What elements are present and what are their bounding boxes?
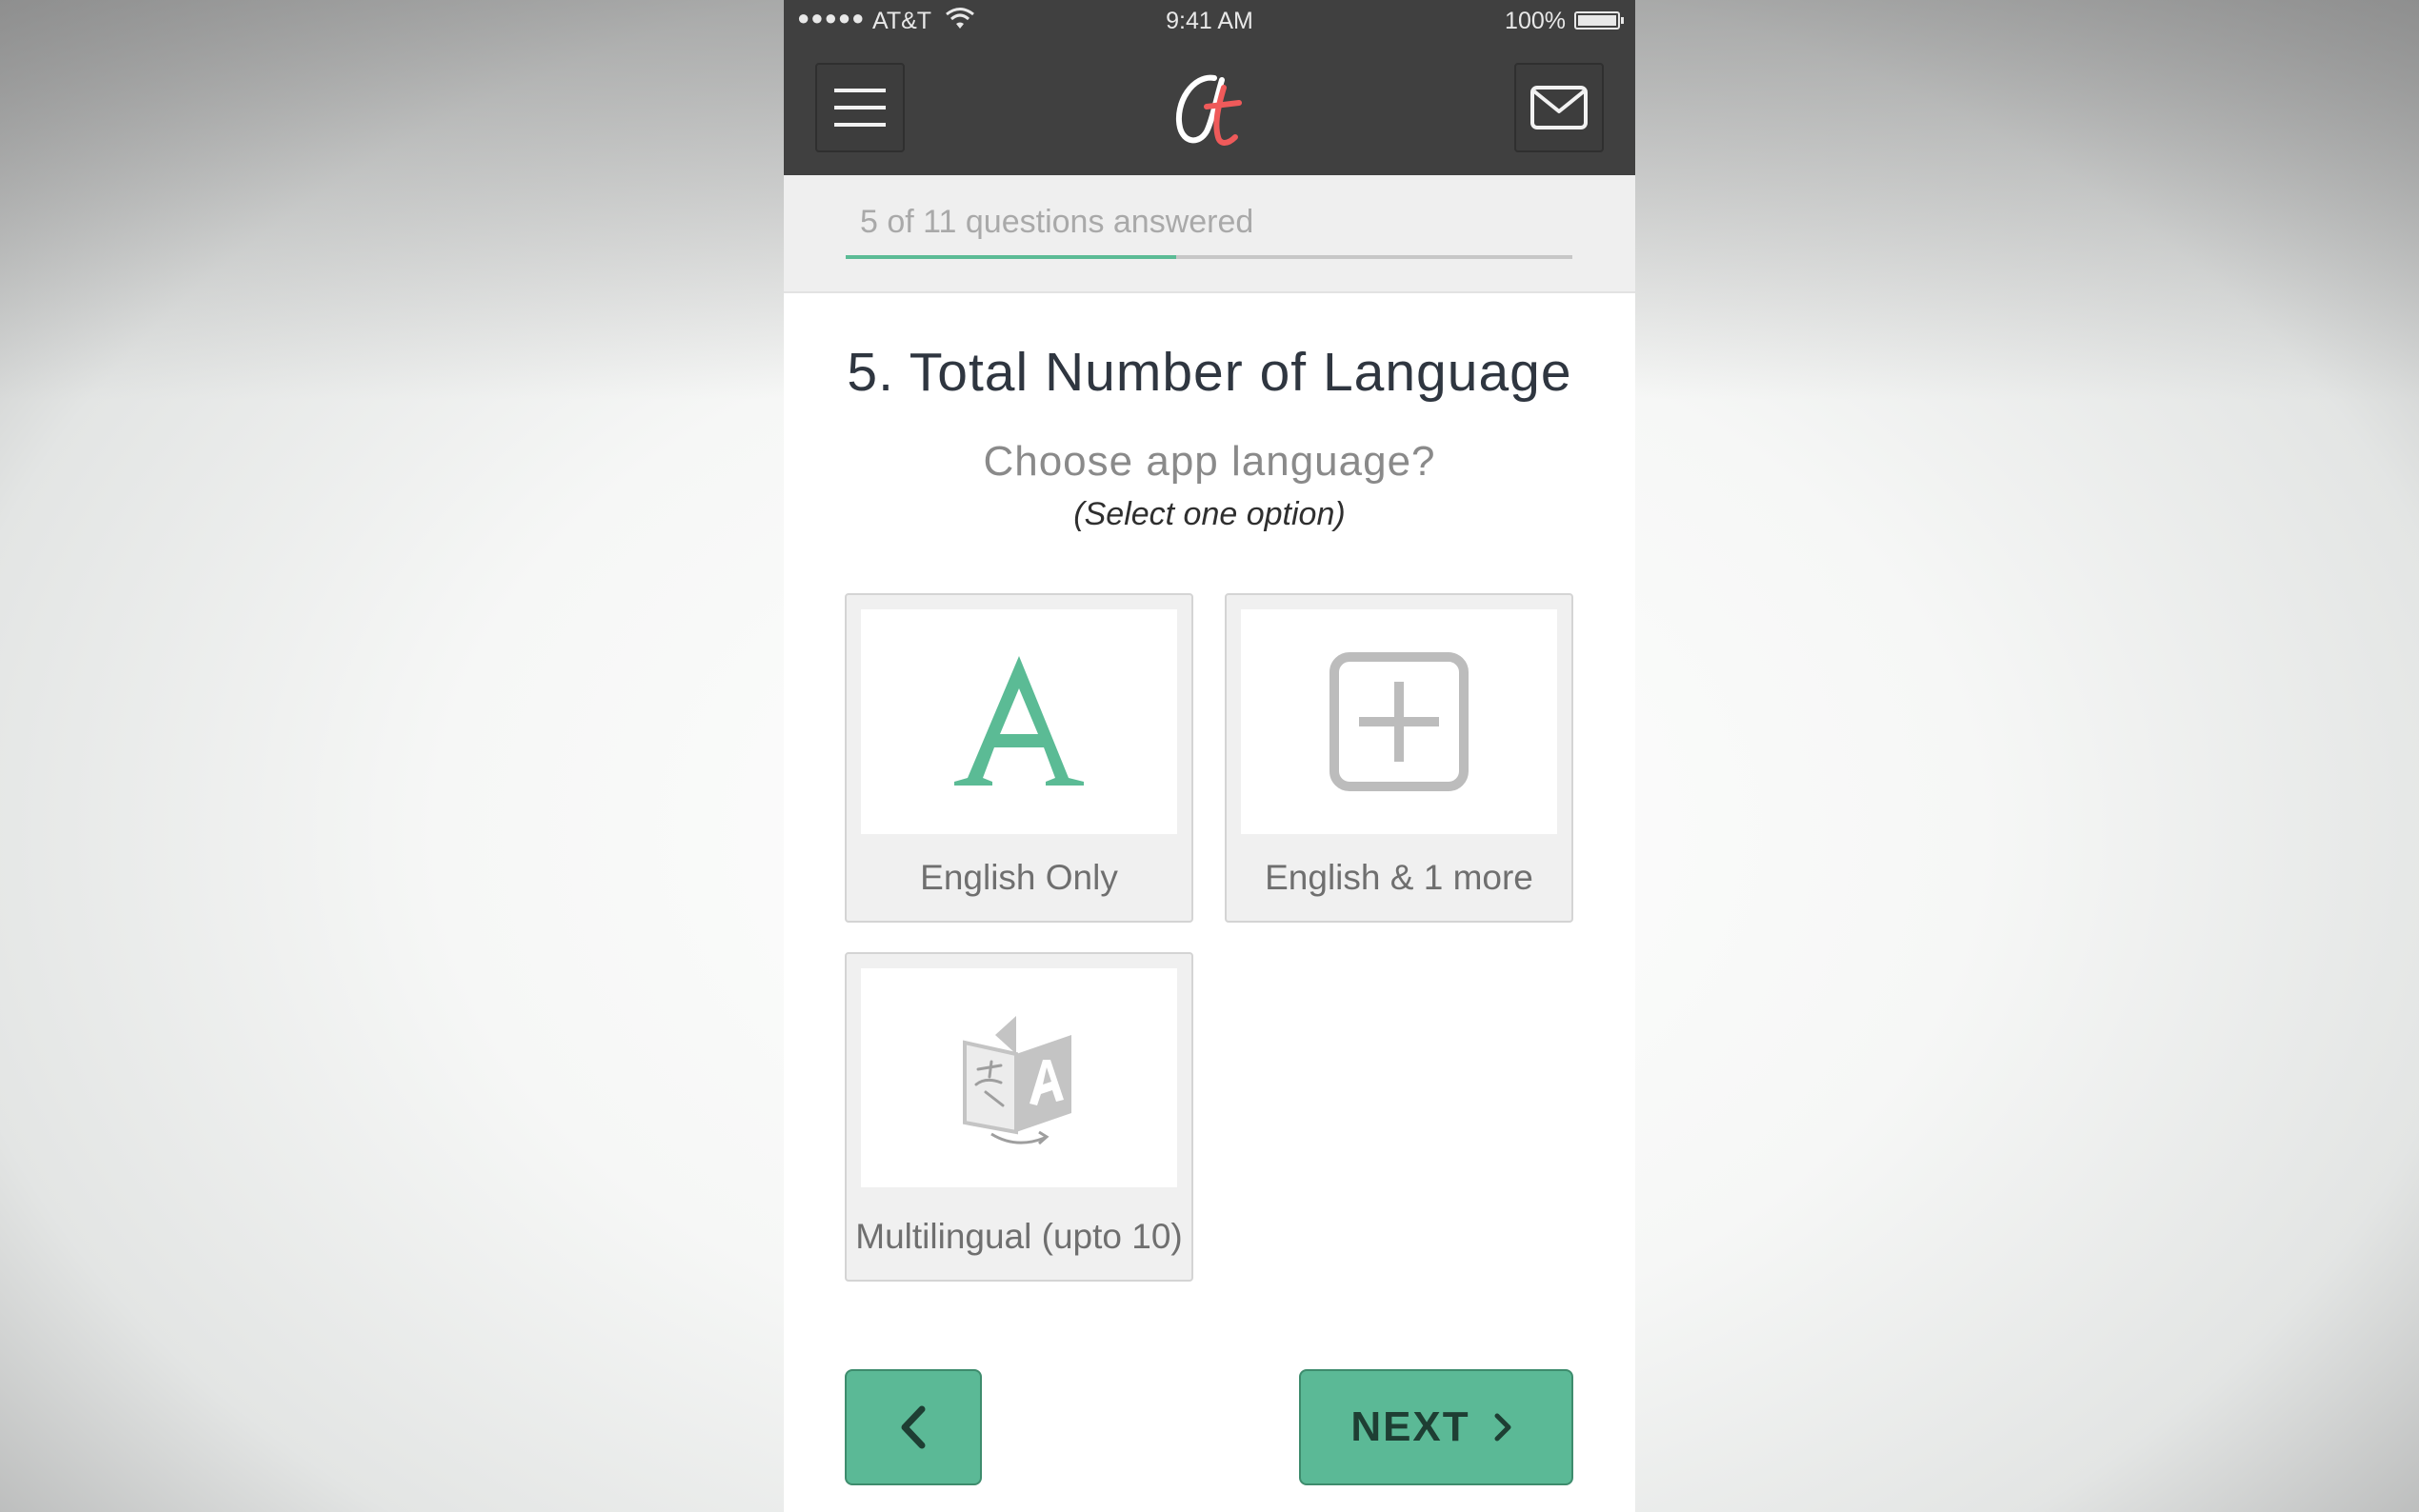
translate-icon bbox=[963, 1016, 1071, 1145]
next-button-label: NEXT bbox=[1350, 1403, 1470, 1450]
mail-button[interactable] bbox=[1514, 63, 1604, 152]
battery-percentage: 100% bbox=[1505, 8, 1566, 34]
app-logo-icon bbox=[1175, 74, 1242, 146]
status-bar: ●●●●● AT&T 9:41 AM 100% bbox=[784, 0, 1635, 42]
plus-square-icon bbox=[1329, 652, 1469, 791]
progress-section: 5 of 11 questions answered bbox=[784, 175, 1635, 293]
chevron-left-icon bbox=[901, 1405, 926, 1449]
option-english-plus-one[interactable]: English & 1 more bbox=[1225, 593, 1573, 923]
hamburger-menu-icon bbox=[834, 89, 886, 127]
progress-bar-fill bbox=[846, 255, 1176, 259]
battery-icon bbox=[1574, 11, 1624, 30]
chevron-right-icon bbox=[1494, 1413, 1511, 1442]
option-multilingual[interactable]: Multilingual (upto 10) bbox=[845, 952, 1193, 1282]
back-button[interactable] bbox=[845, 1369, 982, 1485]
menu-button[interactable] bbox=[815, 63, 905, 152]
option-image bbox=[1241, 609, 1557, 834]
option-label: English Only bbox=[920, 858, 1118, 897]
question-title: 5. Total Number of Language bbox=[847, 342, 1572, 403]
question-subtitle: Choose app language? bbox=[983, 438, 1436, 485]
app-header: ●●●●● AT&T 9:41 AM 100% bbox=[784, 0, 1635, 175]
phone-screen: ●●●●● AT&T 9:41 AM 100% 5 of 11 question… bbox=[784, 0, 1635, 1512]
progress-bar bbox=[846, 255, 1572, 259]
option-image bbox=[861, 609, 1177, 834]
next-button[interactable]: NEXT bbox=[1299, 1369, 1573, 1485]
option-label: Multilingual (upto 10) bbox=[855, 1217, 1183, 1256]
option-label: English & 1 more bbox=[1265, 858, 1533, 897]
progress-text: 5 of 11 questions answered bbox=[860, 204, 1254, 240]
letter-a-icon bbox=[954, 656, 1084, 786]
option-english-only[interactable]: English Only bbox=[845, 593, 1193, 923]
question-hint: (Select one option) bbox=[1073, 496, 1346, 532]
option-image bbox=[861, 968, 1177, 1187]
envelope-icon bbox=[1530, 86, 1588, 129]
